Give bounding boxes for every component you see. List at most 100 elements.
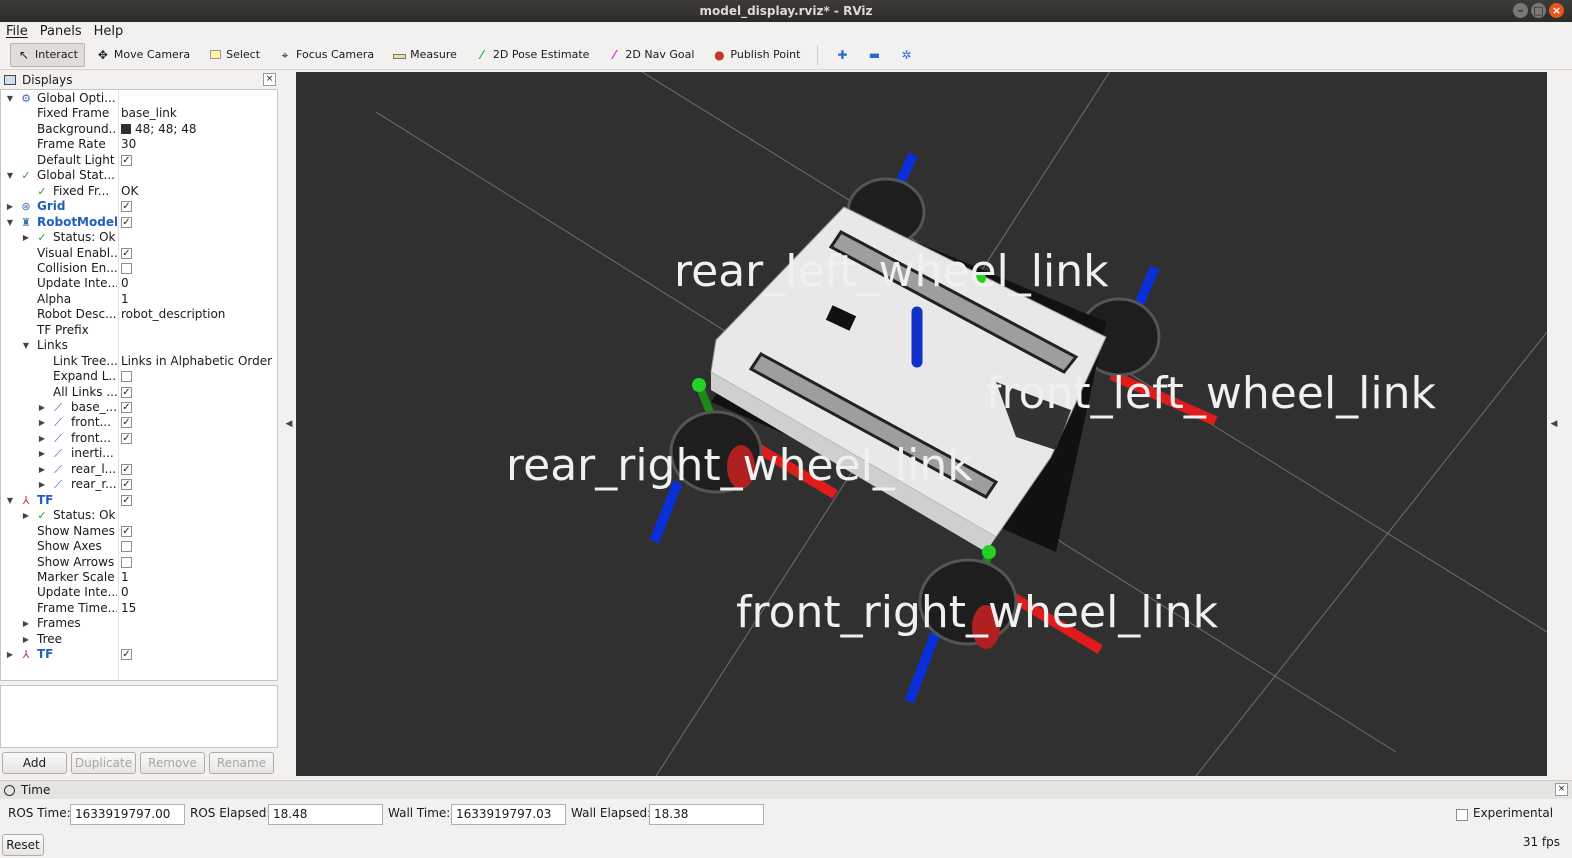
checkbox[interactable]: ✓ bbox=[121, 247, 132, 259]
checkbox[interactable]: ✓ bbox=[121, 201, 132, 213]
checkbox[interactable]: ✓ bbox=[121, 479, 132, 491]
tree-row-link-rear-r[interactable]: ▶ ⟋ rear_r... ✓ bbox=[1, 477, 277, 493]
add-tool-button[interactable]: ✚ bbox=[828, 43, 856, 67]
maximize-icon[interactable]: □ bbox=[1531, 3, 1546, 18]
tree-row-global-options[interactable]: ▼ ⚙ Global Opti... bbox=[1, 91, 277, 107]
tool-properties-button[interactable]: ✲ bbox=[892, 43, 920, 67]
close-icon[interactable]: × bbox=[1549, 3, 1564, 18]
tree-value[interactable]: 30 bbox=[121, 137, 136, 152]
expand-down-icon[interactable]: ▼ bbox=[21, 338, 31, 353]
tree-row-robot-model[interactable]: ▼ ♜ RobotModel ✓ bbox=[1, 215, 277, 231]
expand-right-icon[interactable]: ▶ bbox=[5, 647, 15, 662]
ros-elapsed-field[interactable]: 18.48 bbox=[268, 804, 383, 825]
checkbox[interactable]: ✓ bbox=[121, 432, 132, 444]
checkbox[interactable]: ✓ bbox=[121, 386, 132, 398]
tree-value[interactable]: 15 bbox=[121, 601, 136, 616]
tree-row-frame-timeout[interactable]: Frame Time... 15 bbox=[1, 601, 277, 617]
tree-value[interactable]: 1 bbox=[121, 292, 129, 307]
experimental-checkbox[interactable] bbox=[1456, 809, 1468, 821]
expand-right-icon[interactable]: ▶ bbox=[5, 199, 15, 214]
tree-row-links[interactable]: ▼ Links bbox=[1, 338, 277, 354]
reset-button[interactable]: Reset bbox=[2, 834, 44, 856]
displays-tree[interactable]: ▼ ⚙ Global Opti... Fixed Frame base_link Back… bbox=[0, 89, 278, 681]
remove-button[interactable]: Remove bbox=[140, 752, 205, 774]
interact-tool-button[interactable]: ↖ Interact bbox=[10, 42, 85, 67]
tree-row-link-front2[interactable]: ▶ ⟋ front... ✓ bbox=[1, 431, 277, 447]
checkbox[interactable]: ✓ bbox=[121, 216, 132, 228]
checkbox[interactable]: ✓ bbox=[121, 463, 132, 475]
tree-row-tf[interactable]: ▼ ⅄ TF ✓ bbox=[1, 493, 277, 509]
tree-row-background[interactable]: Background... 48; 48; 48 bbox=[1, 122, 277, 138]
tree-row-link-inertia[interactable]: ▶ ⟋ inerti... bbox=[1, 446, 277, 462]
tree-row-update-interval[interactable]: Update Inte... 0 bbox=[1, 276, 277, 292]
checkbox[interactable] bbox=[121, 541, 132, 553]
expand-down-icon[interactable]: ▼ bbox=[5, 168, 15, 183]
tree-row-frames[interactable]: ▶ Frames bbox=[1, 616, 277, 632]
checkbox[interactable]: ✓ bbox=[121, 402, 132, 413]
ros-time-field[interactable]: 1633919797.00 bbox=[70, 804, 185, 825]
tree-row-fixed-frame[interactable]: Fixed Frame base_link bbox=[1, 106, 277, 122]
measure-button[interactable]: Measure bbox=[385, 43, 464, 67]
minimize-icon[interactable]: – bbox=[1513, 3, 1528, 18]
expand-right-icon[interactable]: ▶ bbox=[21, 508, 31, 523]
tree-row-show-axes[interactable]: Show Axes bbox=[1, 539, 277, 555]
menu-file[interactable]: File bbox=[6, 24, 28, 39]
tree-row-alpha[interactable]: Alpha 1 bbox=[1, 292, 277, 308]
tree-row-all-links[interactable]: All Links ... ✓ bbox=[1, 385, 277, 401]
tree-row-global-status[interactable]: ▼ ✓ Global Stat... bbox=[1, 168, 277, 184]
expand-right-icon[interactable]: ▶ bbox=[37, 431, 47, 446]
move-camera-button[interactable]: ✥ Move Camera bbox=[89, 43, 197, 67]
color-value[interactable]: 48; 48; 48 bbox=[121, 122, 197, 137]
tree-row-marker-scale[interactable]: Marker Scale 1 bbox=[1, 570, 277, 586]
right-splitter-handle[interactable]: ◀ bbox=[1548, 71, 1560, 776]
focus-camera-button[interactable]: ⌖ Focus Camera bbox=[271, 43, 381, 67]
checkbox[interactable] bbox=[121, 556, 132, 568]
tree-row-tf-update-interval[interactable]: Update Inte... 0 bbox=[1, 585, 277, 601]
checkbox[interactable] bbox=[121, 371, 132, 383]
tree-row-link-rear-l[interactable]: ▶ ⟋ rear_l... ✓ bbox=[1, 462, 277, 478]
menu-panels[interactable]: Panels bbox=[40, 24, 82, 39]
tree-row-tf-prefix[interactable]: TF Prefix bbox=[1, 323, 277, 339]
expand-right-icon[interactable]: ▶ bbox=[37, 477, 47, 492]
tree-row-frame-rate[interactable]: Frame Rate 30 bbox=[1, 137, 277, 153]
checkbox[interactable] bbox=[121, 262, 132, 274]
add-button[interactable]: Add bbox=[2, 752, 67, 774]
tree-value[interactable]: 1 bbox=[121, 570, 129, 585]
expand-right-icon[interactable]: ▶ bbox=[37, 400, 47, 415]
checkbox[interactable]: ✓ bbox=[121, 417, 132, 429]
select-button[interactable]: Select bbox=[201, 43, 267, 67]
nav-goal-button[interactable]: ⁄ 2D Nav Goal bbox=[600, 43, 701, 67]
close-icon[interactable]: × bbox=[1555, 783, 1568, 796]
tree-row-tf2[interactable]: ▶ ⅄ TF ✓ bbox=[1, 647, 277, 663]
tree-value[interactable]: OK bbox=[121, 184, 138, 199]
pose-estimate-button[interactable]: ⁄ 2D Pose Estimate bbox=[468, 43, 597, 67]
render-viewport[interactable]: rear_left_wheel_link front_left_wheel_li… bbox=[296, 72, 1547, 776]
expand-down-icon[interactable]: ▼ bbox=[5, 493, 15, 508]
remove-tool-button[interactable]: ▬ bbox=[860, 43, 888, 67]
tree-row-tree[interactable]: ▶ Tree bbox=[1, 632, 277, 648]
wall-elapsed-field[interactable]: 18.38 bbox=[649, 804, 764, 825]
checkbox[interactable]: ✓ bbox=[121, 525, 132, 537]
expand-right-icon[interactable]: ▶ bbox=[21, 616, 31, 631]
expand-right-icon[interactable]: ▶ bbox=[21, 632, 31, 647]
tree-value[interactable]: 0 bbox=[121, 585, 129, 600]
expand-right-icon[interactable]: ▶ bbox=[37, 462, 47, 477]
expand-down-icon[interactable]: ▼ bbox=[5, 91, 15, 106]
rename-button[interactable]: Rename bbox=[209, 752, 274, 774]
close-icon[interactable]: × bbox=[263, 73, 276, 86]
tree-row-visual-enabled[interactable]: Visual Enabl... ✓ bbox=[1, 246, 277, 262]
checkbox[interactable]: ✓ bbox=[121, 494, 132, 506]
wall-time-field[interactable]: 1633919797.03 bbox=[451, 804, 566, 825]
tree-row-grid[interactable]: ▶ ⊛ Grid ✓ bbox=[1, 199, 277, 215]
tree-row-expand-links[interactable]: Expand L... bbox=[1, 369, 277, 385]
tree-row-link-tree[interactable]: Link Tree... Links in Alphabetic Order bbox=[1, 354, 277, 370]
tree-row-collision-enabled[interactable]: Collision En... bbox=[1, 261, 277, 277]
tree-row-show-arrows[interactable]: Show Arrows bbox=[1, 555, 277, 571]
tree-row-status-ok[interactable]: ▶ ✓ Status: Ok bbox=[1, 230, 277, 246]
expand-down-icon[interactable]: ▼ bbox=[5, 215, 15, 230]
tree-value[interactable]: Links in Alphabetic Order bbox=[121, 354, 272, 369]
tree-value[interactable]: base_link bbox=[121, 106, 177, 121]
left-splitter-handle[interactable]: ◀ bbox=[283, 71, 295, 776]
tree-row-show-names[interactable]: Show Names ✓ bbox=[1, 524, 277, 540]
tree-row-default-light[interactable]: Default Light ✓ bbox=[1, 153, 277, 169]
